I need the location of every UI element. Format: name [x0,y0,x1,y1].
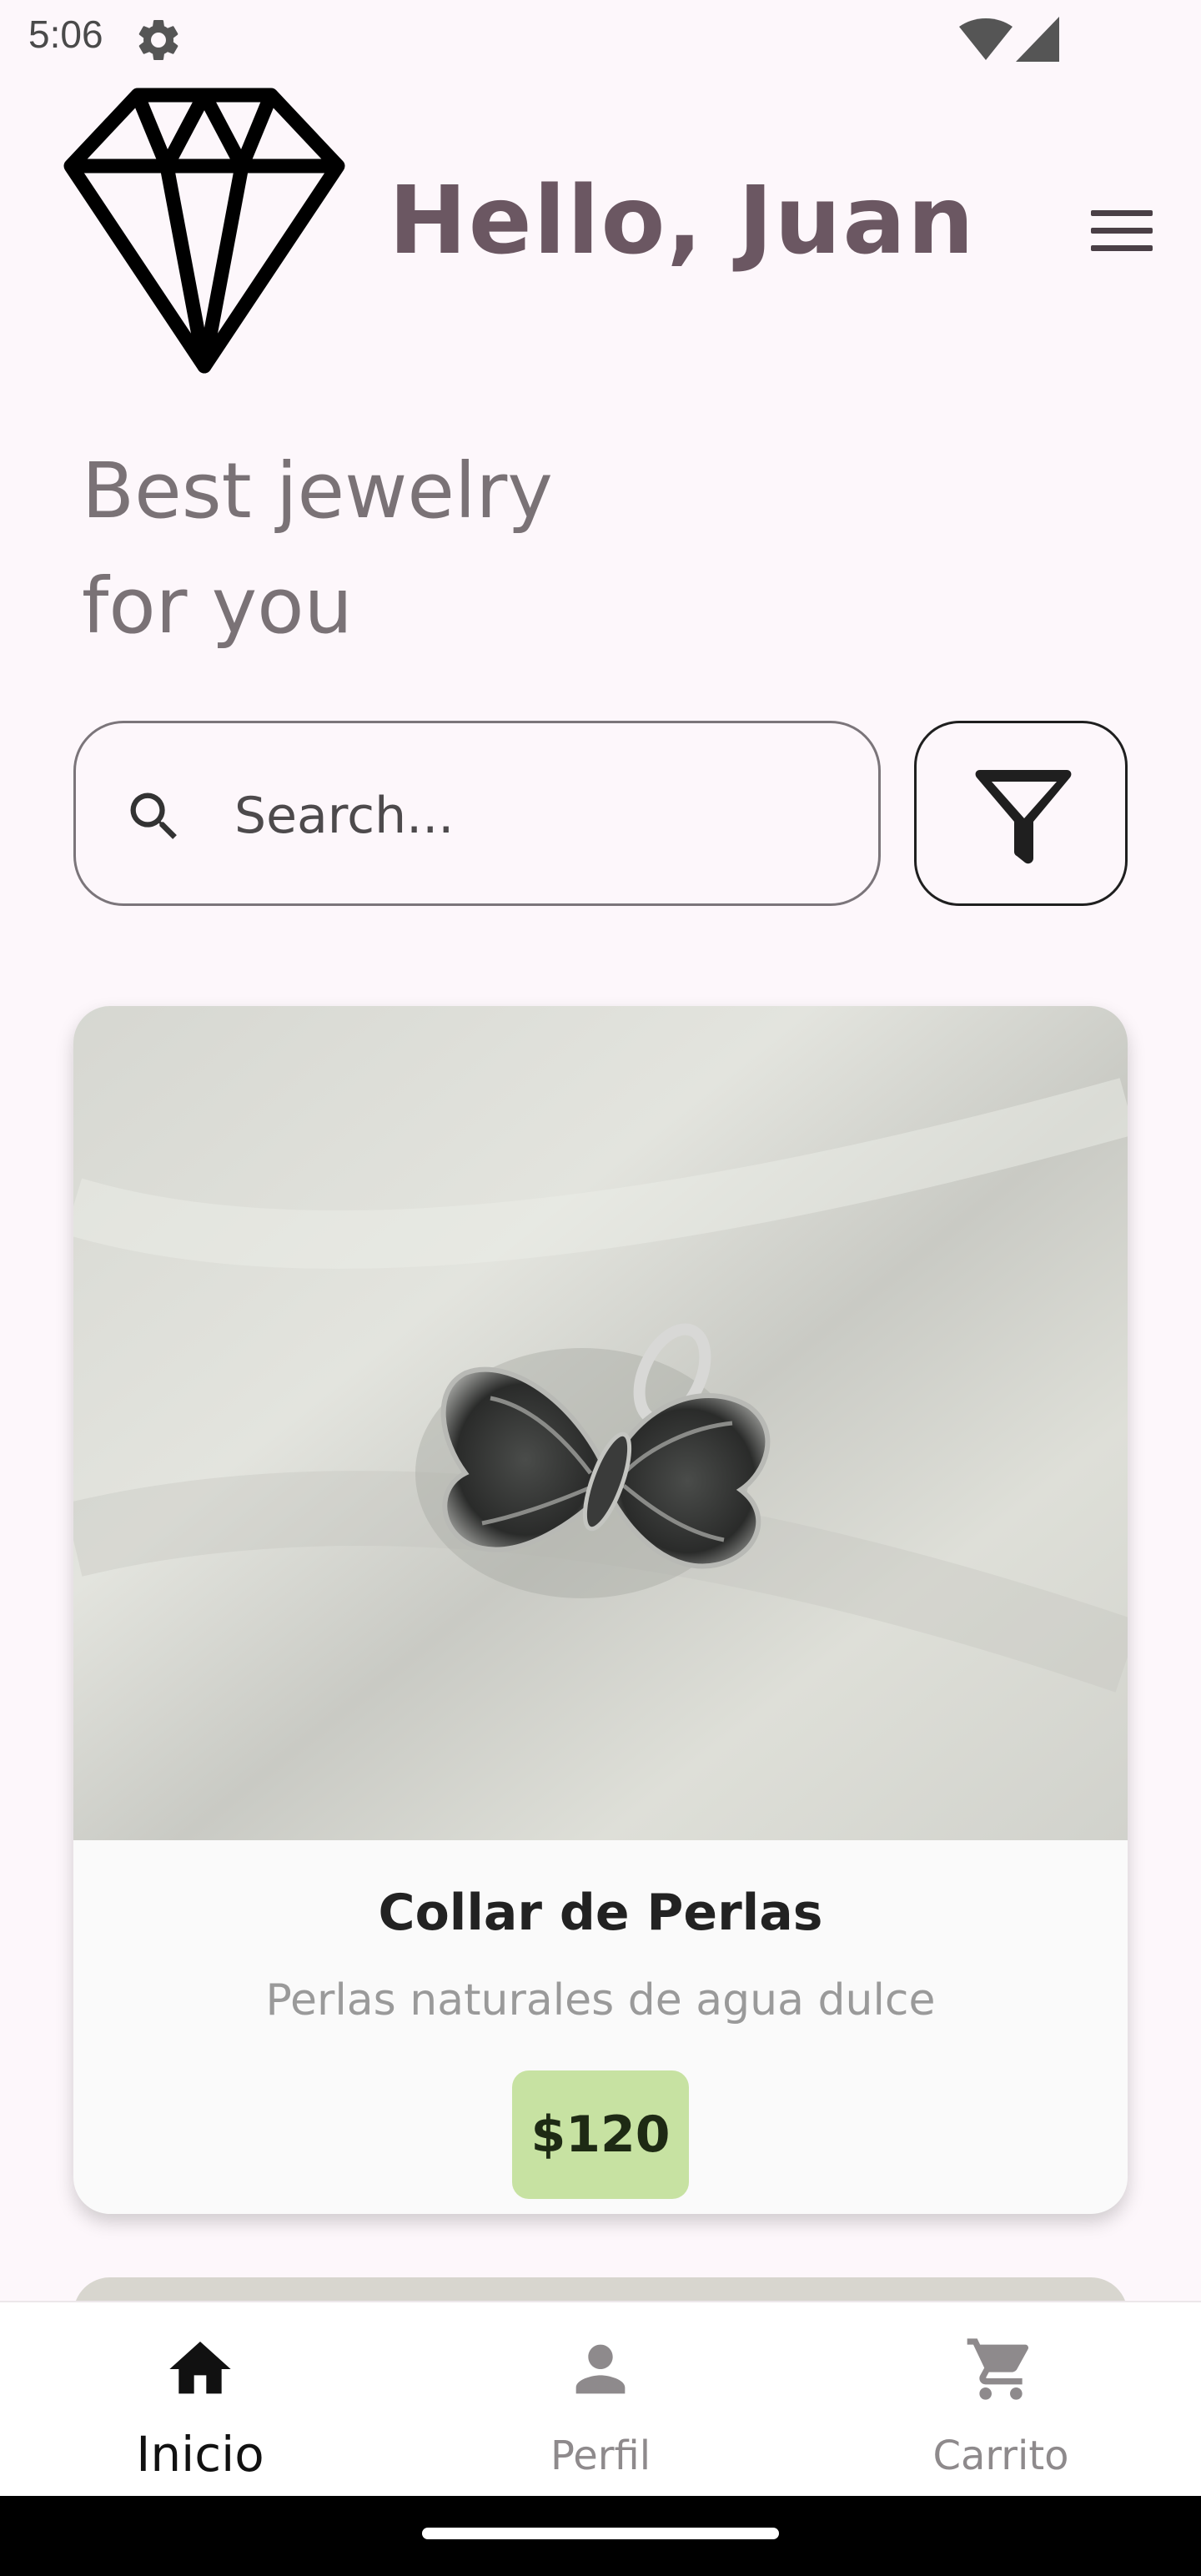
cell-signal-icon [1016,17,1059,62]
person-icon [575,2344,626,2394]
menu-button[interactable] [1084,205,1159,255]
status-bar: 5:06 [0,0,1201,80]
product-name: Collar de Perlas [378,1884,823,1942]
filter-button[interactable] [914,721,1128,906]
nav-label-carrito: Carrito [932,2433,1069,2479]
system-navigation-bar [0,2496,1201,2576]
settings-gear-icon [138,19,178,60]
nav-item-carrito[interactable]: Carrito [801,2302,1201,2498]
search-input[interactable] [234,770,852,862]
search-icon [130,792,177,839]
status-time: 5:06 [28,13,103,56]
app-screen: 5:06 Hello, Juan Best jewelry for you Se… [0,0,1201,2576]
price-badge: $120 [512,2070,689,2199]
wifi-icon [959,18,1013,60]
product-description: Perlas naturales de agua dulce [265,1975,936,2025]
home-indicator[interactable] [422,2528,779,2539]
tagline-line-1: Best jewelry [82,446,553,536]
tagline: Best jewelry for you [82,434,832,664]
nav-item-inicio[interactable]: Inicio [0,2302,400,2498]
tagline-line-2: for you [82,561,353,651]
bottom-navigation: Inicio Perfil Carrito [0,2301,1201,2496]
nav-label-inicio: Inicio [136,2426,264,2483]
shopping-cart-icon [967,2338,1029,2400]
filter-funnel-icon [975,770,1072,864]
product-image [73,1006,1128,1840]
product-card[interactable]: Collar de Perlas Perlas naturales de agu… [73,1006,1128,2214]
greeting-title: Hello, Juan [389,167,976,275]
nav-item-perfil[interactable]: Perfil [400,2302,801,2498]
diamond-icon [63,88,345,374]
nav-label-perfil: Perfil [550,2433,651,2479]
home-icon [169,2342,231,2394]
search-bar[interactable] [73,721,881,906]
